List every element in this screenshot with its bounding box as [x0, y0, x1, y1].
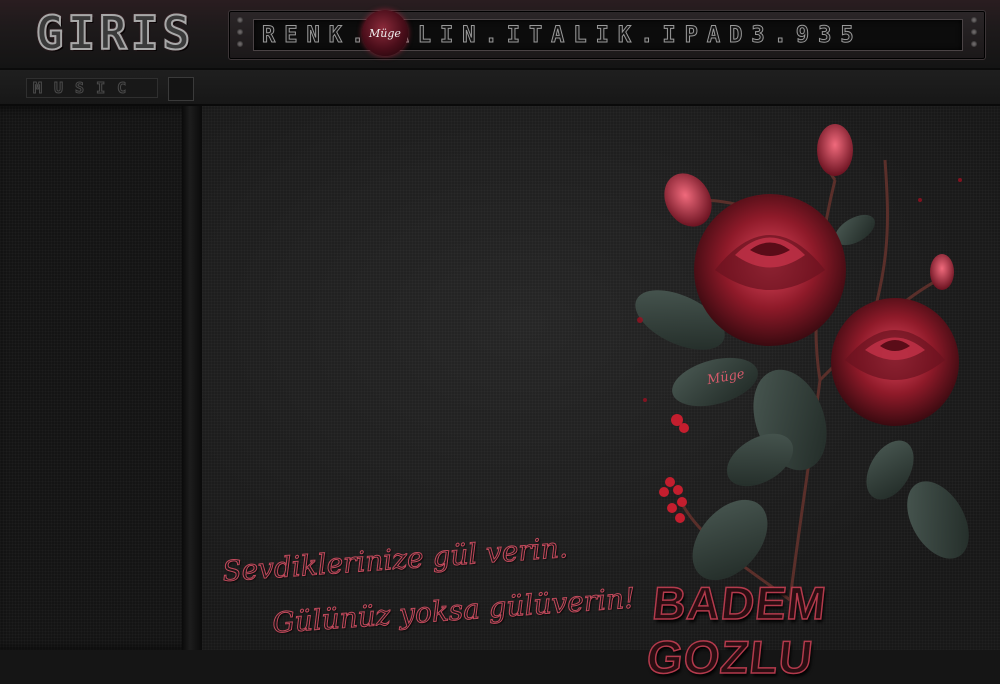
sidebar-panel [0, 106, 198, 650]
rose-large-left [694, 194, 846, 346]
column-divider [182, 106, 202, 650]
rose-artwork [635, 124, 969, 602]
muge-logo-badge: Müge [362, 10, 408, 56]
enter-button[interactable]: GIRIS [26, 5, 204, 61]
marquee-display: RENK.KALIN.ITALIK.IPAD3.935 [253, 19, 963, 51]
marquee-text: RENK.KALIN.ITALIK.IPAD3.935 [262, 22, 863, 48]
top-header: GIRIS RENK.KALIN.ITALIK.IPAD3.935 Müge [0, 0, 1000, 70]
marquee-panel: RENK.KALIN.ITALIK.IPAD3.935 [228, 10, 986, 60]
signature-title: BADEM GOZLU [644, 576, 830, 684]
music-bar: MUSIC [0, 70, 1000, 106]
rivet-dots-left [237, 17, 245, 47]
rivet-dots-right [971, 17, 979, 47]
music-player-button[interactable] [168, 77, 194, 101]
music-label: MUSIC [26, 78, 158, 98]
rose-large-right [831, 298, 959, 426]
